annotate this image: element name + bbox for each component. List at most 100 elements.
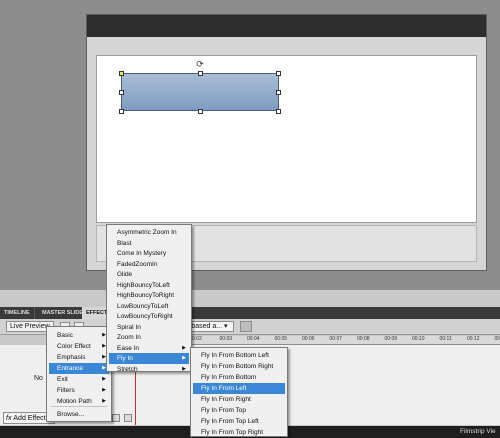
menu-item-label: Emphasis: [57, 354, 86, 361]
panel-tabs: TIMELINE MASTER SLIDE EFFECTS: [0, 307, 500, 319]
menu-item-basic[interactable]: Basic ▶: [49, 330, 109, 341]
selected-rectangle-shape[interactable]: [121, 73, 279, 111]
resize-handle-top[interactable]: [198, 71, 203, 76]
ruler-tick-label: 00:11: [439, 336, 452, 342]
menu-item-filters[interactable]: Filters ▶: [49, 385, 109, 396]
menu-item-fly-in-from-bottom-left[interactable]: Fly In From Bottom Left: [193, 350, 285, 361]
menu-item-label: FadedZoomIn: [117, 260, 158, 268]
menu-item-fadedzoomin[interactable]: FadedZoomIn: [109, 259, 189, 270]
disabled-button[interactable]: [240, 321, 252, 332]
menu-item-highbouncytoright[interactable]: HighBouncyToRight: [109, 290, 189, 301]
menu-item-label: Filters: [57, 387, 75, 394]
ruler-tick-label: 00:03: [219, 336, 233, 342]
menu-item-label: Fly In: [117, 355, 133, 362]
menu-item-label: LowBouncyToRight: [117, 313, 173, 320]
menu-item-browse[interactable]: Browse...: [49, 409, 109, 420]
ruler-tick-label: 00:13: [494, 336, 500, 342]
effect-category-menu: Basic ▶ Color Effect ▶ Emphasis ▶ Entrance ▶ Exi…: [46, 326, 112, 422]
menu-item-label: Glide: [117, 271, 133, 278]
menu-item-label: Browse...: [57, 411, 85, 418]
menu-item-label: Ease In: [117, 344, 140, 352]
menu-item-label: Asymmetric Zoom In: [117, 229, 177, 236]
menu-item-fly-in-from-top-left[interactable]: Fly In From Top Left: [193, 416, 285, 427]
ruler-tick-label: 00:06: [302, 336, 315, 342]
menu-item-label: Color Effect: [57, 343, 91, 350]
menu-item-lowbouncytoright[interactable]: LowBouncyToRight: [109, 311, 189, 322]
menu-item-color-effect[interactable]: Color Effect ▶: [49, 341, 109, 352]
menu-item-label: Fly In From Top: [201, 407, 247, 414]
resize-handle-right[interactable]: [276, 90, 281, 95]
menu-item-spiral-in[interactable]: Spiral In: [109, 322, 189, 333]
menu-item-label: HighBouncyToRight: [117, 292, 175, 299]
menu-item-fly-in-from-bottom-right[interactable]: Fly In From Bottom Right: [193, 361, 285, 372]
ruler-tick-label: 00:08: [357, 336, 370, 342]
slide-titlebar: [87, 15, 486, 37]
resize-handle-bottom-right[interactable]: [276, 109, 281, 114]
menu-item-label: Spiral In: [117, 323, 141, 331]
menu-item-label: Fly In From Left: [201, 385, 247, 392]
menu-item-label: HighBouncyToLeft: [117, 281, 170, 289]
resize-handle-bottom-left[interactable]: [119, 109, 124, 114]
submenu-arrow-icon: ▶: [182, 344, 186, 351]
menu-item-fly-in-from-top[interactable]: Fly In From Top: [193, 405, 285, 416]
filmstrip-view-label[interactable]: Filmstrip Vie: [460, 428, 496, 435]
submenu-arrow-icon: ▶: [102, 387, 106, 393]
menu-item-emphasis[interactable]: Emphasis ▶: [49, 352, 109, 363]
menu-item-lowbouncytoleft[interactable]: LowBouncyToLeft: [109, 301, 189, 312]
menu-item-label: Basic: [57, 332, 73, 339]
ruler-tick-label: 00:07: [329, 336, 343, 342]
menu-separator: [51, 406, 107, 407]
menu-item-label: Blast: [117, 239, 132, 247]
menu-item-come-in-mystery[interactable]: Come In Mystery: [109, 248, 189, 259]
fly-in-submenu: Fly In From Bottom Left Fly In From Botto…: [190, 347, 288, 437]
menu-item-stretch[interactable]: Stretch ▶: [109, 364, 189, 375]
menu-item-label: Exit: [57, 376, 68, 383]
anchor-handle[interactable]: [119, 71, 124, 76]
menu-item-label: Stretch: [117, 365, 138, 373]
tab-master-slide[interactable]: MASTER SLIDE: [38, 307, 88, 319]
menu-item-fly-in-from-top-right[interactable]: Fly In From Top Right: [193, 427, 285, 438]
settings-icon[interactable]: [124, 414, 132, 422]
menu-item-label: Fly In From Bottom: [201, 374, 257, 381]
menu-item-label: Motion Path: [57, 398, 92, 405]
menu-item-glide[interactable]: Glide: [109, 269, 189, 280]
menu-item-fly-in-from-left[interactable]: Fly In From Left: [193, 383, 285, 394]
resize-handle-bottom[interactable]: [198, 109, 203, 114]
resize-handle-top-right[interactable]: [276, 71, 281, 76]
ruler-tick-label: 00:09: [384, 336, 398, 342]
menu-item-fly-in[interactable]: Fly In ▶: [109, 353, 189, 364]
menu-item-blast[interactable]: Blast: [109, 238, 189, 249]
based-on-select-value: -based a...: [189, 323, 223, 330]
ruler-tick-label: 00:04: [247, 336, 260, 342]
menu-item-label: Fly In From Top Left: [201, 418, 259, 425]
save-icon[interactable]: [112, 414, 120, 422]
timeline-ruler: 0:02 00:03 00:04 00:05 00:06 00:07 00:08 00:09 0…: [190, 336, 500, 345]
menu-item-label: LowBouncyToLeft: [117, 302, 169, 310]
menu-item-label: Fly In From Top Right: [201, 429, 264, 436]
menu-item-label: Entrance: [57, 365, 84, 372]
entrance-submenu: Asymmetric Zoom In Blast Come In Mystery Fa…: [106, 224, 192, 375]
menu-item-asymmetric-zoom-in[interactable]: Asymmetric Zoom In: [109, 227, 189, 238]
resize-handle-left[interactable]: [119, 90, 124, 95]
ruler-tick-label: 00:12: [467, 336, 480, 342]
add-effect-label: Add Effect: [13, 415, 46, 422]
based-on-select[interactable]: -based a... ▾: [186, 321, 234, 332]
menu-item-label: Zoom In: [117, 334, 141, 341]
tab-timeline[interactable]: TIMELINE: [0, 307, 35, 319]
menu-item-zoom-in[interactable]: Zoom In: [109, 332, 189, 343]
menu-item-ease-in[interactable]: Ease In ▶: [109, 343, 189, 354]
no-effects-label: No: [34, 375, 43, 382]
menu-item-entrance[interactable]: Entrance ▶: [49, 363, 109, 374]
submenu-arrow-icon: ▶: [182, 365, 186, 372]
menu-item-label: Come In Mystery: [117, 250, 167, 257]
submenu-arrow-icon: ▶: [102, 376, 106, 382]
rotate-icon[interactable]: ⟳: [195, 59, 205, 69]
menu-item-label: Fly In From Bottom Left: [201, 352, 269, 359]
menu-item-exit[interactable]: Exit ▶: [49, 374, 109, 385]
submenu-arrow-icon: ▶: [182, 355, 186, 361]
ruler-tick-label: 0:02: [192, 336, 202, 342]
ruler-tick-label: 00:10: [412, 336, 425, 342]
menu-item-fly-in-from-right[interactable]: Fly In From Right: [193, 394, 285, 405]
menu-item-highbouncytoleft[interactable]: HighBouncyToLeft: [109, 280, 189, 291]
menu-item-fly-in-from-bottom[interactable]: Fly In From Bottom: [193, 372, 285, 383]
